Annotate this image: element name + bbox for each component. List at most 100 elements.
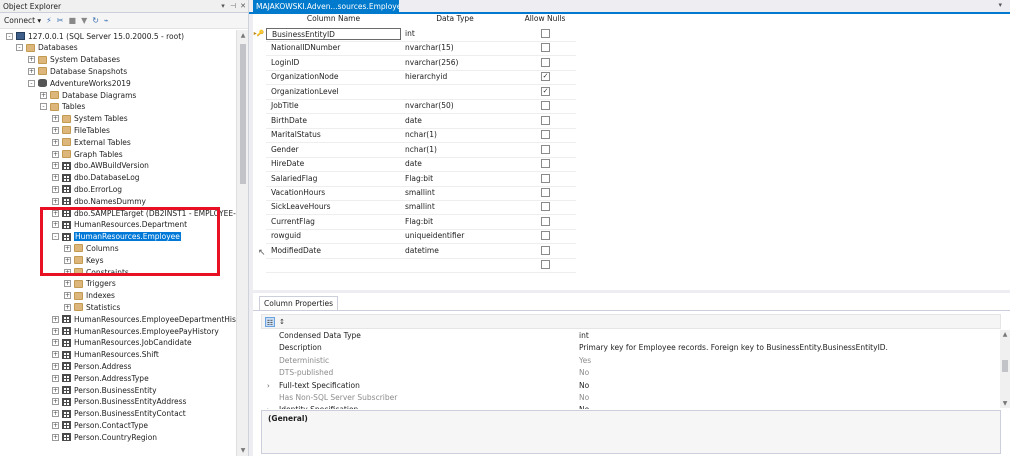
allow-nulls-checkbox[interactable]	[541, 57, 550, 67]
column-name-cell[interactable]: JobTitle	[266, 100, 401, 112]
dropdown-icon[interactable]: ▾	[218, 2, 228, 10]
allow-nulls-checkbox[interactable]	[541, 115, 550, 125]
tree-node[interactable]: + Keys	[64, 254, 104, 266]
scroll-up-icon[interactable]: ▲	[239, 32, 247, 39]
tree-node[interactable]: - HumanResources.Employee	[52, 231, 181, 243]
object-explorer-scrollbar[interactable]: ▲ ▼	[236, 30, 248, 456]
tree-node[interactable]: + Person.BusinessEntity	[52, 384, 157, 396]
tree-node[interactable]: - AdventureWorks2019	[28, 77, 131, 89]
data-type-cell[interactable]: nvarchar(15)	[403, 42, 507, 54]
data-type-cell[interactable]: nvarchar(256)	[403, 57, 507, 69]
expand-icon[interactable]: +	[52, 221, 59, 229]
expand-icon[interactable]: +	[52, 150, 59, 158]
connect-dropdown-icon[interactable]: ▾	[37, 16, 41, 25]
row-selector[interactable]	[253, 128, 265, 142]
expand-icon[interactable]: +	[52, 362, 59, 370]
data-type-cell[interactable]: Flag:bit	[403, 173, 507, 185]
property-value[interactable]: No	[579, 404, 999, 409]
tree-node[interactable]: + HumanResources.Shift	[52, 349, 159, 361]
data-type-cell[interactable]	[403, 259, 507, 271]
row-selector[interactable]	[253, 114, 265, 128]
tree-node[interactable]: + Database Diagrams	[40, 89, 136, 101]
row-selector[interactable]	[253, 172, 265, 186]
alphabetical-icon[interactable]: ↕	[277, 317, 287, 327]
row-selector[interactable]	[253, 215, 265, 229]
tab-list-dropdown-icon[interactable]: ▾	[998, 1, 1002, 9]
data-type-cell[interactable]: nchar(1)	[403, 129, 507, 141]
expand-icon[interactable]: +	[64, 292, 71, 300]
allow-nulls-checkbox[interactable]	[541, 187, 550, 197]
tree-node[interactable]: + HumanResources.EmployeeDepartmentHistor…	[52, 313, 236, 325]
allow-nulls-checkbox[interactable]	[541, 260, 550, 270]
data-type-cell[interactable]: uniqueidentifier	[403, 230, 507, 242]
allow-nulls-checkbox[interactable]	[541, 216, 550, 226]
allow-nulls-checkbox[interactable]	[541, 130, 550, 140]
property-row[interactable]: Deterministic Yes	[261, 355, 991, 367]
tree-node[interactable]: + HumanResources.JobCandidate	[52, 337, 192, 349]
tree-node[interactable]: + dbo.DatabaseLog	[52, 172, 140, 184]
column-name-cell[interactable]: OrganizationNode	[266, 71, 401, 83]
expand-icon[interactable]: +	[52, 351, 59, 359]
table-row[interactable]: JobTitle nvarchar(50)	[253, 99, 583, 113]
expand-icon[interactable]: +	[52, 138, 59, 146]
tree-node[interactable]: + System Tables	[52, 113, 128, 125]
allow-nulls-checkbox[interactable]	[541, 43, 550, 53]
pin-icon[interactable]: ⊣	[228, 2, 238, 10]
table-row[interactable]: SickLeaveHours smallint	[253, 200, 583, 214]
data-type-cell[interactable]: int	[403, 28, 507, 40]
table-row[interactable]: OrganizationNode hierarchyid ✓	[253, 70, 583, 84]
expand-icon[interactable]: +	[52, 315, 59, 323]
expand-icon[interactable]: +	[64, 256, 71, 264]
scroll-down-icon[interactable]: ▼	[239, 447, 247, 454]
column-name-cell[interactable]: ModifiedDate	[266, 245, 401, 257]
tree-node[interactable]: + External Tables	[52, 136, 131, 148]
expand-icon[interactable]: +	[52, 374, 59, 382]
tree-node[interactable]: + Person.BusinessEntityContact	[52, 408, 186, 420]
expand-icon[interactable]: +	[52, 126, 59, 134]
data-type-cell[interactable]: date	[403, 115, 507, 127]
allow-nulls-checkbox[interactable]: ✓	[541, 72, 550, 82]
expand-icon[interactable]: +	[52, 162, 59, 170]
tree-node[interactable]: + Indexes	[64, 290, 115, 302]
property-row[interactable]: ›Identity SpecificationNo	[261, 404, 991, 409]
row-selector[interactable]	[253, 143, 265, 157]
column-name-cell[interactable]: BusinessEntityID	[266, 28, 401, 41]
tree-node[interactable]: + dbo.ErrorLog	[52, 183, 122, 195]
property-row[interactable]: Condensed Data Type int	[261, 330, 991, 342]
column-name-cell[interactable]: BirthDate	[266, 115, 401, 127]
expand-icon[interactable]: +	[40, 91, 47, 99]
collapse-icon[interactable]: -	[6, 32, 13, 40]
table-row[interactable]: HireDate date	[253, 157, 583, 171]
allow-nulls-checkbox[interactable]: ✓	[541, 86, 550, 96]
property-value[interactable]: No	[579, 380, 999, 392]
tree-node[interactable]: + dbo.AWBuildVersion	[52, 160, 149, 172]
row-selector[interactable]	[253, 229, 265, 243]
row-selector[interactable]	[253, 99, 265, 113]
table-row[interactable]: MaritalStatus nchar(1)	[253, 128, 583, 142]
expand-icon[interactable]: +	[52, 421, 59, 429]
column-name-cell[interactable]: HireDate	[266, 158, 401, 170]
data-type-cell[interactable]	[403, 86, 507, 98]
property-row[interactable]: Has Non-SQL Server Subscriber No	[261, 392, 991, 404]
categorized-icon[interactable]: ☷	[265, 317, 275, 327]
data-type-cell[interactable]: smallint	[403, 187, 507, 199]
table-row[interactable]: BirthDate date	[253, 114, 583, 128]
collapse-icon[interactable]: -	[16, 44, 23, 52]
activity-monitor-icon[interactable]: ⌁	[104, 16, 109, 25]
column-name-cell[interactable]: Gender	[266, 144, 401, 156]
allow-nulls-checkbox[interactable]	[541, 29, 550, 38]
connect-server-icon[interactable]: ⚡	[46, 16, 52, 25]
property-value[interactable]: Yes	[579, 355, 999, 367]
column-name-cell[interactable]: OrganizationLevel	[266, 86, 401, 98]
tree-node[interactable]: + Person.CountryRegion	[52, 431, 157, 443]
expand-icon[interactable]: +	[64, 244, 71, 252]
table-row[interactable]: NationalIDNumber nvarchar(15)	[253, 41, 583, 55]
tree-node[interactable]: + System Databases	[28, 54, 120, 66]
refresh-icon[interactable]: ↻	[92, 16, 99, 25]
row-selector[interactable]	[253, 186, 265, 200]
tab-column-properties[interactable]: Column Properties	[259, 296, 339, 310]
column-name-cell[interactable]: NationalIDNumber	[266, 42, 401, 54]
data-type-cell[interactable]: smallint	[403, 201, 507, 213]
tree-node[interactable]: + Database Snapshots	[28, 65, 127, 77]
tree-node[interactable]: - Databases	[16, 42, 78, 54]
